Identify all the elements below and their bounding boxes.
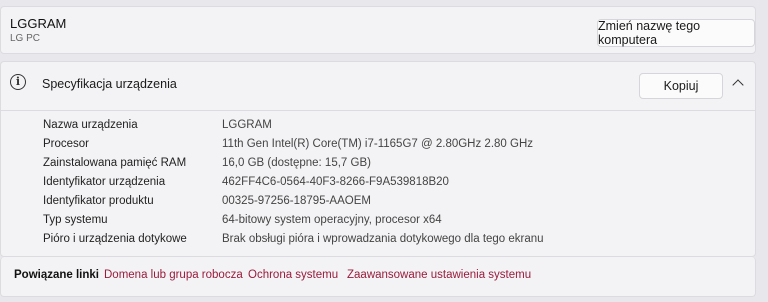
spec-row-product-id: Identyfikator produktu 00325-97256-18795… <box>1 195 755 214</box>
spec-label: Identyfikator produktu <box>43 195 154 207</box>
spec-row-device-name: Nazwa urządzenia LGGRAM <box>1 119 755 138</box>
device-specifications-card: i Specyfikacja urządzenia Kopiuj Nazwa u… <box>0 61 756 257</box>
spec-value: 462FF4C6-0564-40F3-8266-F9A539818B20 <box>222 176 449 188</box>
spec-label: Procesor <box>43 138 90 150</box>
related-links-bar: Powiązane linki Domena lub grupa robocza… <box>0 257 756 297</box>
related-links-title: Powiązane linki <box>14 269 99 281</box>
spec-label: Pióro i urządzenia dotykowe <box>43 233 187 245</box>
spec-row-device-id: Identyfikator urządzenia 462FF4C6-0564-4… <box>1 176 755 195</box>
device-specifications-header[interactable]: i Specyfikacja urządzenia Kopiuj <box>1 62 755 111</box>
computer-model: LG PC <box>10 33 41 44</box>
spec-list: Nazwa urządzenia LGGRAM Procesor 11th Ge… <box>1 119 755 252</box>
advanced-system-settings-link[interactable]: Zaawansowane ustawienia systemu <box>347 269 531 281</box>
spec-label: Nazwa urządzenia <box>43 119 138 131</box>
device-specifications-title: Specyfikacja urządzenia <box>42 77 177 91</box>
info-icon: i <box>10 74 26 90</box>
computer-name-card: LGGRAM LG PC Zmień nazwę tego komputera <box>0 6 756 54</box>
domain-workgroup-link[interactable]: Domena lub grupa robocza <box>104 269 243 281</box>
spec-label: Zainstalowana pamięć RAM <box>43 157 187 169</box>
spec-value: LGGRAM <box>222 119 272 131</box>
spec-value: Brak obsługi pióra i wprowadzania dotyko… <box>222 233 544 245</box>
spec-row-ram: Zainstalowana pamięć RAM 16,0 GB (dostęp… <box>1 157 755 176</box>
computer-name: LGGRAM <box>10 16 67 31</box>
chevron-up-icon[interactable] <box>732 79 744 91</box>
rename-computer-button[interactable]: Zmień nazwę tego komputera <box>597 19 755 47</box>
system-protection-link[interactable]: Ochrona systemu <box>248 269 338 281</box>
spec-value: 64-bitowy system operacyjny, procesor x6… <box>222 214 442 226</box>
spec-label: Identyfikator urządzenia <box>43 176 166 188</box>
spec-value: 00325-97256-18795-AAOEM <box>222 195 371 207</box>
spec-row-pen-touch: Pióro i urządzenia dotykowe Brak obsługi… <box>1 233 755 252</box>
copy-button[interactable]: Kopiuj <box>639 73 723 99</box>
spec-value: 16,0 GB (dostępne: 15,7 GB) <box>222 157 371 169</box>
spec-label: Typ systemu <box>43 214 108 226</box>
spec-value: 11th Gen Intel(R) Core(TM) i7-1165G7 @ 2… <box>222 138 534 150</box>
spec-row-system-type: Typ systemu 64-bitowy system operacyjny,… <box>1 214 755 233</box>
spec-row-processor: Procesor 11th Gen Intel(R) Core(TM) i7-1… <box>1 138 755 157</box>
